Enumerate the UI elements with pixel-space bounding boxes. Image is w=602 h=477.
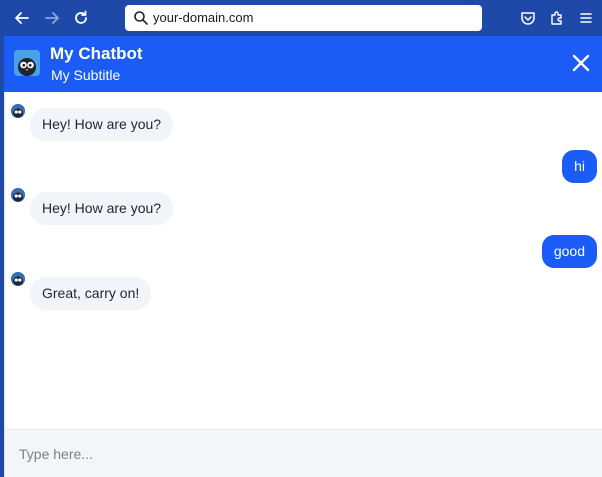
chat-subtitle: My Subtitle <box>51 67 121 83</box>
widget-border <box>4 92 5 477</box>
message-input[interactable] <box>5 430 602 477</box>
bot-message: Great, carry on! <box>30 277 152 310</box>
address-url: your-domain.com <box>153 10 254 25</box>
bot-avatar-small <box>11 188 25 202</box>
forward-arrow-icon[interactable] <box>42 8 62 28</box>
extensions-icon[interactable] <box>548 9 566 27</box>
close-icon[interactable] <box>571 53 591 73</box>
back-arrow-icon[interactable] <box>12 8 32 28</box>
user-message: hi <box>562 150 597 183</box>
address-bar[interactable]: your-domain.com <box>125 5 482 31</box>
reload-icon[interactable] <box>71 8 91 28</box>
bot-avatar <box>14 50 40 76</box>
chat-title: My Chatbot <box>50 44 143 63</box>
user-message: good <box>541 235 597 268</box>
browser-toolbar: your-domain.com <box>0 0 602 36</box>
menu-icon[interactable] <box>577 9 595 27</box>
bot-avatar-small <box>11 104 25 118</box>
bot-avatar-small <box>11 272 25 286</box>
bot-message: Hey! How are you? <box>30 108 174 141</box>
chat-header: My Chatbot My Subtitle <box>4 36 602 92</box>
pocket-icon[interactable] <box>519 9 537 27</box>
message-input-bar <box>5 429 602 477</box>
bot-message: Hey! How are you? <box>30 192 174 225</box>
search-icon <box>133 10 149 26</box>
